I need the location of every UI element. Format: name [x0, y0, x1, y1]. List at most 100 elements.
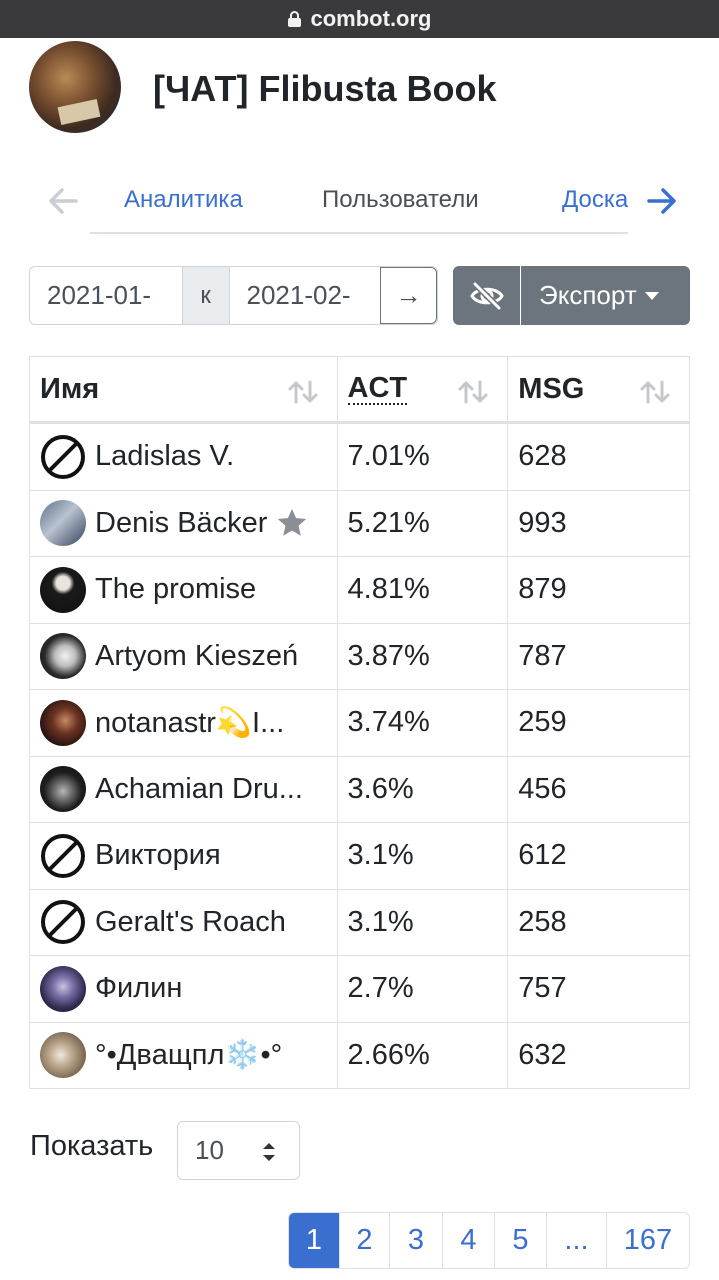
- avatar: [40, 633, 86, 680]
- user-name-cell: Филин: [30, 956, 338, 1022]
- page-2-button[interactable]: 2: [339, 1213, 389, 1268]
- table-row[interactable]: Виктория 3.1% 612: [29, 823, 690, 890]
- user-name-cell: Geralt's Roach: [30, 889, 338, 955]
- tab-strip: Аналитика Пользователи Доска: [90, 170, 628, 234]
- hide-toggle-button[interactable]: [453, 266, 520, 325]
- table-row[interactable]: Geralt's Roach 3.1% 258: [29, 889, 690, 956]
- sort-icon: [458, 380, 488, 404]
- export-dropdown-button[interactable]: Экспорт: [521, 266, 690, 325]
- user-name[interactable]: notanastr💫I...: [95, 706, 284, 740]
- page-1-button[interactable]: 1: [289, 1213, 339, 1268]
- page-last-button[interactable]: 167: [606, 1213, 689, 1268]
- msg-cell: 612: [518, 839, 567, 872]
- sort-icon: [640, 380, 670, 404]
- page-size-value: 10: [195, 1135, 224, 1165]
- msg-cell: 259: [518, 706, 567, 739]
- column-header-msg[interactable]: MSG: [508, 357, 689, 421]
- lock-icon: [287, 11, 301, 27]
- pagination: 1 2 3 4 5 ... 167: [288, 1212, 690, 1269]
- user-name[interactable]: Achamian Dru...: [95, 773, 303, 806]
- user-name[interactable]: Geralt's Roach: [95, 906, 286, 939]
- act-cell: 3.87%: [338, 623, 509, 689]
- avatar: [40, 500, 86, 547]
- tab-users[interactable]: Пользователи: [322, 186, 479, 214]
- user-name-cell: °•Двaщпл❄️•°: [30, 1022, 338, 1088]
- act-cell: 2.7%: [338, 956, 509, 1022]
- msg-cell: 879: [518, 573, 567, 606]
- page-3-button[interactable]: 3: [389, 1213, 442, 1268]
- table-row[interactable]: °•Двaщпл❄️•° 2.66% 632: [29, 1022, 690, 1089]
- date-to-input[interactable]: 2021-02-: [230, 267, 381, 324]
- msg-cell: 632: [518, 1038, 567, 1071]
- users-table: Имя ACT MSG Ladislas V. 7.01% 628 Denis …: [29, 356, 690, 1089]
- table-row[interactable]: The promise 4.81% 879: [29, 557, 690, 624]
- user-name-cell: Ladislas V.: [30, 424, 338, 490]
- arrow-left-icon[interactable]: [46, 184, 80, 218]
- avatar: [40, 699, 86, 746]
- user-name-cell: Achamian Dru...: [30, 756, 338, 822]
- msg-cell: 456: [518, 772, 567, 805]
- page-title: [ЧАТ] Flibusta Book: [153, 68, 497, 109]
- arrow-right-icon[interactable]: [645, 184, 679, 218]
- date-range-group: 2021-01- к 2021-02- →: [29, 266, 438, 325]
- msg-cell: 757: [518, 972, 567, 1005]
- browser-url-bar[interactable]: combot.org: [0, 0, 719, 38]
- table-row[interactable]: Denis Bäcker 5.21% 993: [29, 490, 690, 557]
- act-cell: 2.66%: [338, 1022, 509, 1088]
- ban-icon: [41, 833, 85, 878]
- tab-analytics[interactable]: Аналитика: [124, 186, 243, 214]
- user-name[interactable]: Виктория: [95, 839, 221, 872]
- user-name[interactable]: Artyom Kieszeń: [95, 640, 298, 673]
- date-separator: к: [181, 267, 230, 324]
- export-label: Экспорт: [539, 280, 637, 310]
- msg-cell: 628: [518, 440, 567, 473]
- table-row[interactable]: Achamian Dru... 3.6% 456: [29, 756, 690, 823]
- column-header-name[interactable]: Имя: [30, 357, 338, 421]
- table-header-row: Имя ACT MSG: [29, 356, 690, 424]
- act-cell: 4.81%: [338, 557, 509, 623]
- chat-avatar: [29, 41, 121, 133]
- sort-icon: [288, 380, 318, 404]
- table-row[interactable]: Ladislas V. 7.01% 628: [29, 424, 690, 491]
- user-name[interactable]: Филин: [95, 972, 182, 1005]
- act-cell: 3.6%: [338, 756, 509, 822]
- user-name[interactable]: The promise: [95, 573, 256, 606]
- user-name-cell: Виктория: [30, 823, 338, 889]
- ban-icon: [41, 900, 85, 945]
- user-name-cell: Denis Bäcker: [30, 490, 338, 556]
- user-name[interactable]: Denis Bäcker: [95, 507, 267, 540]
- page-ellipsis: ...: [546, 1213, 606, 1268]
- eye-slash-icon: [469, 281, 504, 310]
- act-cell: 3.74%: [338, 690, 509, 756]
- user-name-cell: Artyom Kieszeń: [30, 623, 338, 689]
- table-row[interactable]: notanastr💫I... 3.74% 259: [29, 690, 690, 757]
- avatar: [40, 965, 86, 1012]
- act-cell: 3.1%: [338, 823, 509, 889]
- select-arrows-icon: [263, 1143, 275, 1161]
- avatar: [40, 1032, 86, 1079]
- act-cell: 7.01%: [338, 424, 509, 490]
- page-size-select[interactable]: 10: [177, 1121, 300, 1180]
- tab-bar: Аналитика Пользователи Доска: [0, 170, 719, 236]
- user-name-cell: notanastr💫I...: [30, 690, 338, 756]
- ban-icon: [41, 434, 85, 479]
- tab-board[interactable]: Доска: [562, 186, 628, 214]
- user-name-cell: The promise: [30, 557, 338, 623]
- url-text: combot.org: [310, 6, 432, 31]
- avatar: [40, 766, 86, 813]
- page-size-label: Показать: [30, 1130, 154, 1162]
- table-row[interactable]: Artyom Kieszeń 3.87% 787: [29, 623, 690, 690]
- msg-cell: 258: [518, 905, 567, 938]
- msg-cell: 993: [518, 506, 567, 539]
- table-row[interactable]: Филин 2.7% 757: [29, 956, 690, 1023]
- caret-down-icon: [644, 291, 659, 300]
- user-name[interactable]: Ladislas V.: [95, 440, 234, 473]
- user-name[interactable]: °•Двaщпл❄️•°: [95, 1038, 282, 1072]
- apply-dates-button[interactable]: →: [380, 267, 437, 324]
- msg-cell: 787: [518, 639, 567, 672]
- avatar: [40, 566, 86, 613]
- page-5-button[interactable]: 5: [494, 1213, 546, 1268]
- date-from-input[interactable]: 2021-01-: [30, 267, 182, 324]
- page-4-button[interactable]: 4: [442, 1213, 494, 1268]
- column-header-act[interactable]: ACT: [338, 357, 509, 421]
